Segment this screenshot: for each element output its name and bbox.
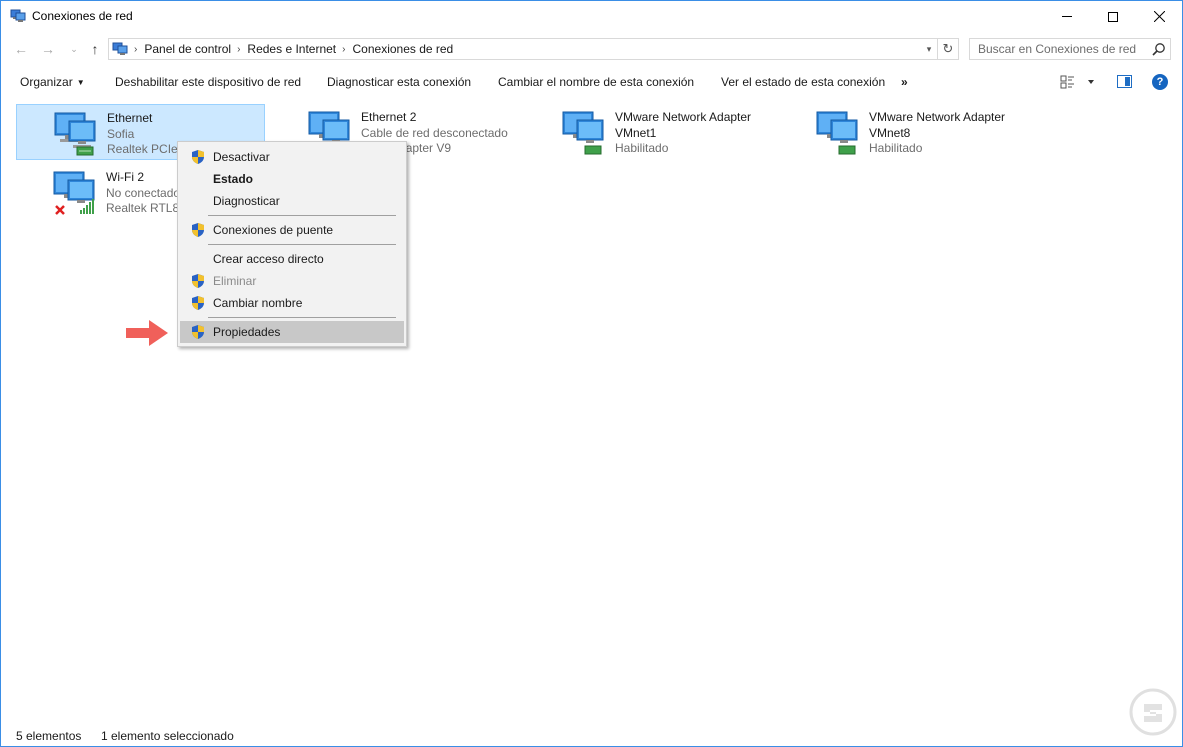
menu-item-label: Diagnosticar	[213, 194, 280, 208]
arrow-left-icon: ←	[14, 41, 28, 57]
connection-name: Ethernet 2	[361, 110, 417, 124]
preview-pane-icon[interactable]	[1117, 75, 1132, 88]
close-icon	[1153, 11, 1165, 22]
status-bar: 5 elementos 1 elemento seleccionado	[1, 723, 1182, 747]
uac-shield-icon	[192, 223, 204, 237]
close-button[interactable]	[1136, 1, 1182, 32]
diagnosticar-button[interactable]: Diagnosticar esta conexión	[327, 75, 471, 89]
organizar-button[interactable]: Organizar ▼	[20, 75, 85, 89]
explorer-window: Conexiones de red ← → ⌄ ↑ › Panel de con…	[0, 0, 1183, 747]
breadcrumb-redes-internet[interactable]: Redes e Internet	[247, 42, 336, 56]
menu-item-propiedades[interactable]: Propiedades	[180, 321, 404, 343]
up-button[interactable]: ↑	[85, 39, 105, 59]
menu-separator	[208, 244, 396, 245]
menu-item-label: Eliminar	[213, 274, 257, 288]
menu-item-label: Estado	[213, 172, 254, 186]
menu-item-conexiones-puente[interactable]: Conexiones de puente	[180, 219, 404, 241]
change-view-icon[interactable]	[1060, 74, 1100, 90]
menu-item-cambiar-nombre[interactable]: Cambiar nombre	[180, 292, 404, 314]
uac-shield-icon	[192, 325, 204, 339]
breadcrumb-separator-icon[interactable]: ›	[134, 44, 137, 55]
breadcrumb-separator-icon[interactable]: ›	[237, 44, 240, 55]
annotation-arrow-icon	[126, 320, 168, 346]
connection-device: Realtek RTL81	[106, 201, 186, 215]
maximize-icon	[1108, 11, 1118, 22]
address-bar[interactable]: › Panel de control › Redes e Internet › …	[108, 38, 938, 60]
window-title: Conexiones de red	[32, 9, 133, 23]
arrow-right-icon: →	[41, 41, 55, 57]
navigation-bar: ← → ⌄ ↑ › Panel de control › Redes e Int…	[1, 36, 1182, 62]
network-connections-icon	[112, 42, 128, 55]
caret-down-icon: ▼	[76, 78, 85, 87]
ethernet-adapter-icon	[54, 112, 96, 156]
minimize-icon	[1062, 16, 1072, 17]
menu-item-label: Propiedades	[213, 325, 281, 339]
organizar-label: Organizar	[20, 75, 73, 89]
search-input[interactable]: Buscar en Conexiones de red	[969, 38, 1171, 60]
connection-name: VMware Network Adapter	[615, 110, 752, 124]
uac-shield-icon	[192, 274, 204, 288]
connection-name: Ethernet	[107, 111, 153, 125]
arrow-up-icon: ↑	[91, 41, 99, 57]
forward-button[interactable]: →	[38, 39, 58, 59]
connection-network: No conectado	[106, 185, 181, 200]
network-connections-icon	[10, 9, 26, 22]
uac-shield-icon	[192, 150, 204, 164]
refresh-button[interactable]: ↻	[938, 38, 959, 60]
connection-network: Sofia	[107, 126, 135, 141]
title-bar: Conexiones de red	[1, 1, 1182, 32]
wifi-adapter-icon	[53, 171, 95, 215]
ethernet-adapter-icon	[816, 111, 858, 155]
recent-locations-button[interactable]: ⌄	[64, 39, 84, 59]
connection-network: VMnet1	[615, 125, 657, 140]
menu-item-diagnosticar[interactable]: Diagnosticar	[180, 190, 404, 212]
breadcrumb-conexiones-red[interactable]: Conexiones de red	[353, 42, 454, 56]
connection-status: Habilitado	[615, 141, 669, 155]
menu-item-crear-acceso[interactable]: Crear acceso directo	[180, 248, 404, 270]
more-commands-button[interactable]: »	[901, 75, 908, 89]
watermark-logo	[1129, 688, 1177, 736]
search-placeholder: Buscar en Conexiones de red	[978, 42, 1137, 56]
menu-item-label: Cambiar nombre	[213, 296, 303, 310]
minimize-button[interactable]	[1044, 1, 1090, 32]
menu-item-label: Conexiones de puente	[213, 223, 334, 237]
menu-separator	[208, 317, 396, 318]
status-selection: 1 elemento seleccionado	[101, 729, 234, 743]
ver-estado-button[interactable]: Ver el estado de esta conexión	[721, 75, 885, 89]
menu-item-label: Desactivar	[213, 150, 270, 164]
cambiar-nombre-button[interactable]: Cambiar el nombre de esta conexión	[498, 75, 694, 89]
search-icon	[1152, 43, 1165, 56]
uac-shield-icon	[192, 296, 204, 310]
menu-item-estado[interactable]: Estado	[180, 168, 404, 190]
status-item-count: 5 elementos	[16, 729, 82, 743]
connection-network: Cable de red desconectado	[361, 125, 508, 140]
chevron-down-icon: ▾	[926, 43, 932, 54]
connection-status: Habilitado	[869, 141, 923, 155]
maximize-button[interactable]	[1090, 1, 1136, 32]
connection-name: VMware Network Adapter	[869, 110, 1006, 124]
menu-item-eliminar[interactable]: Eliminar	[180, 270, 404, 292]
menu-item-label: Crear acceso directo	[213, 252, 324, 266]
ethernet-adapter-icon	[562, 111, 604, 155]
menu-separator	[208, 215, 396, 216]
connection-item-vmnet8[interactable]: VMware Network Adapter VMnet8 Habilitado	[779, 104, 1028, 160]
connection-item-vmnet1[interactable]: VMware Network Adapter VMnet1 Habilitado	[525, 104, 774, 160]
menu-item-desactivar[interactable]: Desactivar	[180, 146, 404, 168]
context-menu: Desactivar Estado Diagnosticar Conexione…	[177, 141, 407, 347]
chevron-down-icon: ⌄	[70, 43, 78, 54]
refresh-icon: ↻	[942, 41, 954, 56]
breadcrumb-separator-icon[interactable]: ›	[342, 44, 345, 55]
connection-network: VMnet8	[869, 125, 911, 140]
help-icon[interactable]: ?	[1152, 74, 1168, 90]
address-dropdown-button[interactable]: ▾	[921, 39, 937, 59]
breadcrumb-panel-control[interactable]: Panel de control	[144, 42, 231, 56]
deshabilitar-button[interactable]: Deshabilitar este dispositivo de red	[115, 75, 301, 89]
command-bar: Organizar ▼ Deshabilitar este dispositivo…	[1, 67, 1182, 97]
connection-name: Wi-Fi 2	[106, 170, 144, 184]
back-button[interactable]: ←	[11, 39, 31, 59]
